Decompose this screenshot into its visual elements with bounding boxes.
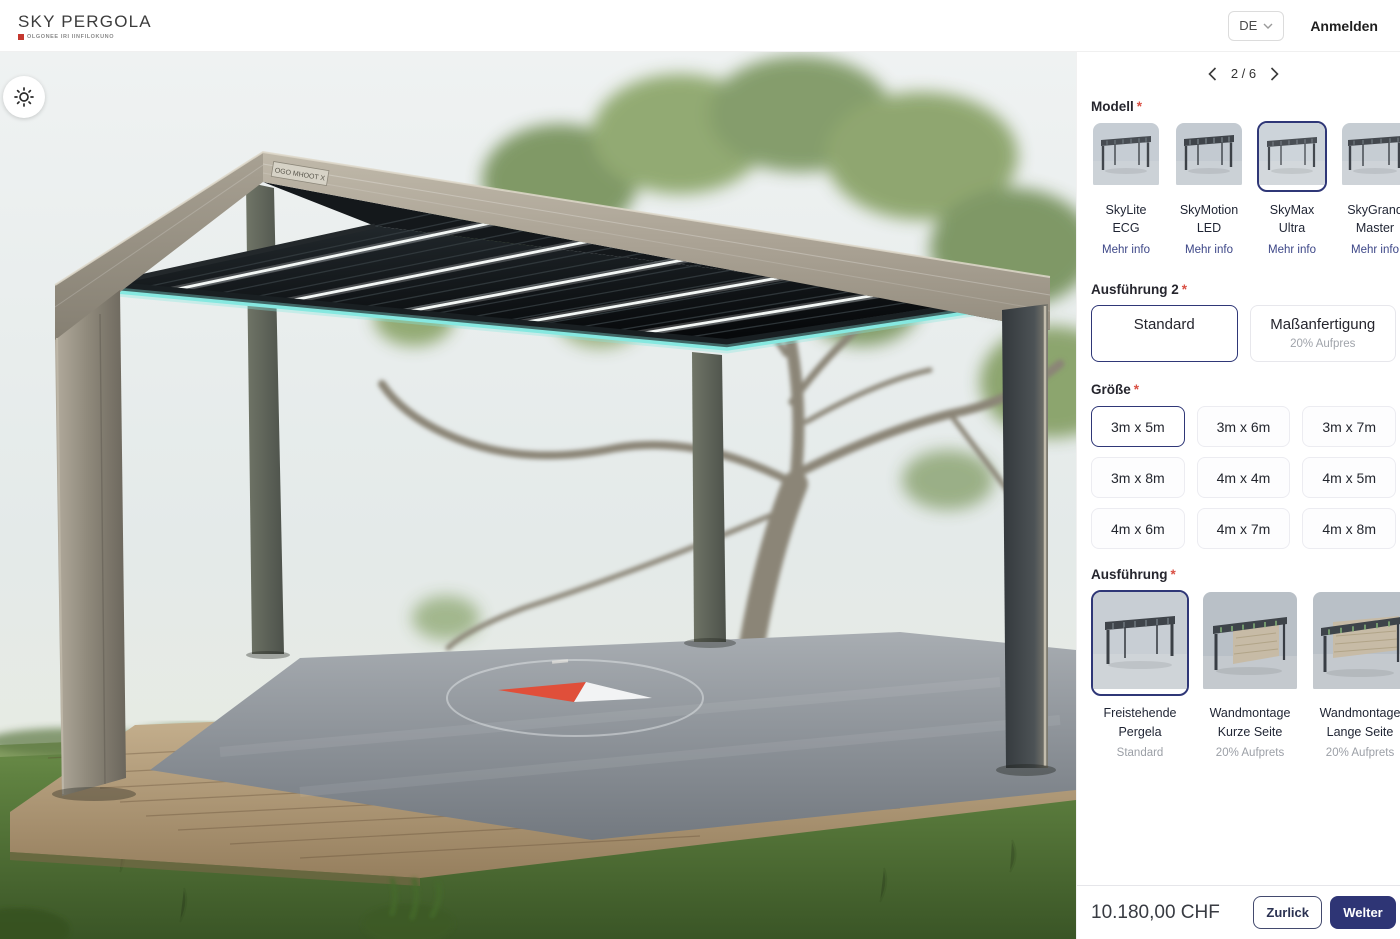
- model-more-info-link[interactable]: Mehr info: [1102, 244, 1150, 256]
- next-button[interactable]: Welter: [1330, 896, 1396, 929]
- size-option-4x7[interactable]: 4m x 7m: [1197, 508, 1291, 549]
- size-option-3x5[interactable]: 3m x 5m: [1091, 406, 1185, 447]
- mounting-option-freestanding: FreistehendePergela Standard: [1091, 590, 1189, 759]
- mounting-option-wall-long-side: WandmontageLange Seite 20% Aufprets: [1311, 590, 1400, 759]
- size-option-4x8[interactable]: 4m x 8m: [1302, 508, 1396, 549]
- mini-pergola-icon: [1176, 123, 1242, 185]
- model-more-info-link[interactable]: Mehr info: [1351, 244, 1399, 256]
- mounting-name: FreistehendePergela: [1104, 704, 1177, 742]
- mounting-name: WandmontageKurze Seite: [1210, 704, 1291, 742]
- freestanding-pergola-icon: [1093, 592, 1187, 689]
- size-option-4x5[interactable]: 4m x 5m: [1302, 457, 1396, 498]
- pagination-label: 2 / 6: [1231, 66, 1256, 81]
- chevron-left-icon: [1208, 67, 1217, 81]
- mini-pergola-icon: [1259, 123, 1325, 185]
- mounting-thumbnail-selected[interactable]: [1091, 590, 1189, 696]
- model-thumbnail[interactable]: [1091, 121, 1161, 192]
- panel-footer: 10.180,00 CHF Zurlick Welter: [1077, 885, 1400, 939]
- mounting-thumbnail[interactable]: [1201, 590, 1299, 696]
- model-name: SkyGrandMaster: [1347, 201, 1400, 237]
- model-thumbnail[interactable]: [1174, 121, 1244, 192]
- language-value: DE: [1239, 18, 1257, 33]
- model-options: SkyLiteECG Mehr info: [1091, 121, 1396, 256]
- model-option-skymax-ultra: SkyMaxUltra Mehr info: [1257, 121, 1327, 256]
- mounting-thumbnail[interactable]: [1311, 590, 1400, 696]
- configurator-panel: 2 / 6 Modell*: [1076, 52, 1400, 939]
- mini-pergola-icon: [1093, 123, 1159, 185]
- section-label-groesse: Größe*: [1091, 382, 1396, 397]
- model-more-info-link[interactable]: Mehr info: [1185, 244, 1233, 256]
- brightness-toggle-button[interactable]: [3, 76, 45, 118]
- model-thumbnail-selected[interactable]: [1257, 121, 1327, 192]
- mounting-option-wall-short-side: WandmontageKurze Seite 20% Aufprets: [1201, 590, 1299, 759]
- wall-mount-short-icon: [1203, 592, 1297, 689]
- pergola-configurator-app: SKY PERGOLA OLGONEE IRI IINFILOKUNO DE A…: [0, 0, 1400, 939]
- model-more-info-link[interactable]: Mehr info: [1268, 244, 1316, 256]
- section-label-ausfuehrung: Ausführung*: [1091, 567, 1396, 582]
- logo-tagline: OLGONEE IRI IINFILOKUNO: [27, 34, 114, 40]
- size-option-3x6[interactable]: 3m x 6m: [1197, 406, 1291, 447]
- model-thumbnail[interactable]: [1340, 121, 1400, 192]
- model-name: SkyMotionLED: [1180, 201, 1238, 237]
- mounting-note: 20% Aufprets: [1326, 747, 1394, 759]
- pergola-3d-viewer[interactable]: OGO MHOOT X: [0, 52, 1076, 939]
- size-option-4x6[interactable]: 4m x 6m: [1091, 508, 1185, 549]
- pergola-scene-render: OGO MHOOT X: [0, 52, 1076, 939]
- mounting-note: 20% Aufprets: [1216, 747, 1284, 759]
- size-options: 3m x 5m 3m x 6m 3m x 7m 3m x 8m 4m x 4m …: [1091, 406, 1396, 549]
- option-standard[interactable]: Standard: [1091, 305, 1238, 362]
- login-button[interactable]: Anmelden: [1310, 18, 1378, 34]
- pagination-next-button[interactable]: [1270, 67, 1279, 81]
- language-selector[interactable]: DE: [1228, 11, 1284, 41]
- total-price: 10.180,00 CHF: [1091, 902, 1253, 924]
- size-option-3x7[interactable]: 3m x 7m: [1302, 406, 1396, 447]
- model-option-skygrand-master: SkyGrandMaster Mehr info: [1340, 121, 1400, 256]
- option-massanfertigung[interactable]: Maßanfertigung 20% Aufpres: [1250, 305, 1397, 362]
- size-option-4x4[interactable]: 4m x 4m: [1197, 457, 1291, 498]
- size-option-3x8[interactable]: 3m x 8m: [1091, 457, 1185, 498]
- brand-logo: SKY PERGOLA OLGONEE IRI IINFILOKUNO: [18, 12, 152, 40]
- pagination-prev-button[interactable]: [1208, 67, 1217, 81]
- model-name: SkyLiteECG: [1106, 201, 1147, 237]
- mounting-name: WandmontageLange Seite: [1320, 704, 1400, 742]
- top-header: SKY PERGOLA OLGONEE IRI IINFILOKUNO DE A…: [0, 0, 1400, 52]
- mounting-note: Standard: [1117, 747, 1164, 759]
- mounting-options: FreistehendePergela Standard: [1091, 590, 1396, 759]
- section-label-ausfuehrung-2: Ausführung 2*: [1091, 282, 1396, 297]
- logo-title: SKY PERGOLA: [18, 12, 152, 32]
- model-option-skylite-ecg: SkyLiteECG Mehr info: [1091, 121, 1161, 256]
- model-name: SkyMaxUltra: [1270, 201, 1314, 237]
- sun-icon: [13, 86, 35, 108]
- chevron-right-icon: [1270, 67, 1279, 81]
- back-button[interactable]: Zurlick: [1253, 896, 1322, 929]
- logo-mark-icon: [18, 34, 24, 40]
- model-option-skymotion-led: SkyMotionLED Mehr info: [1174, 121, 1244, 256]
- wall-mount-long-icon: [1313, 592, 1400, 689]
- section-label-modell: Modell*: [1091, 99, 1396, 114]
- step-pagination: 2 / 6: [1091, 66, 1396, 81]
- chevron-down-icon: [1263, 23, 1273, 29]
- mini-pergola-icon: [1342, 123, 1400, 185]
